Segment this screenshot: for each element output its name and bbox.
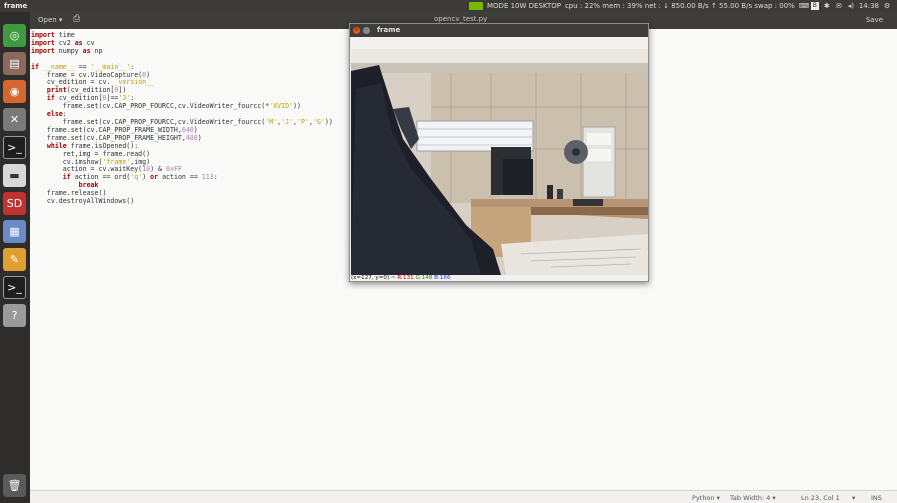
camera-image[interactable]	[351, 49, 648, 275]
pixel-coords: (x=127, y=0) ~	[351, 275, 396, 281]
system-settings-icon[interactable]: ✕	[3, 108, 26, 131]
pixel-blue-value: B:166	[434, 275, 451, 281]
app-store-icon[interactable]: ◉	[3, 80, 26, 103]
terminal-icon[interactable]: >_	[3, 136, 26, 159]
volume-icon[interactable]: ◂)	[847, 2, 855, 10]
close-icon[interactable]: ×	[353, 27, 360, 34]
code-line[interactable]: import numpy as np	[31, 47, 333, 56]
tab-width-selector[interactable]: Tab Width: 4 ▾	[730, 494, 776, 502]
open-button[interactable]: Open ▾	[38, 16, 62, 24]
insert-mode: INS	[871, 494, 882, 502]
gear-icon[interactable]: ⚙	[883, 2, 891, 10]
language-selector[interactable]: Python ▾	[692, 494, 720, 502]
system-stats: cpu : 22% mem : 39% net : ↓ 850.00 B/s ↑…	[564, 2, 795, 10]
ubuntu-dash-icon[interactable]: ◎	[3, 24, 26, 47]
help-icon[interactable]: ?	[3, 304, 26, 327]
code-line[interactable]: frame.set(cv.CAP_PROP_FOURCC,cv.VideoWri…	[31, 102, 333, 111]
drive-icon[interactable]: ▬	[3, 164, 26, 187]
app-title: frame	[4, 2, 28, 10]
code-text[interactable]: import time import cv2 as cv import numpy …	[31, 31, 333, 206]
save-button[interactable]: Save	[866, 16, 883, 24]
pixel-readout: (x=127, y=0) ~ R:131 G:148 B:166	[351, 275, 451, 282]
terminal-icon[interactable]: >_	[3, 276, 26, 299]
nvidia-logo-icon[interactable]	[469, 2, 483, 10]
workspace-switcher-icon[interactable]: ▦	[3, 220, 26, 243]
bluetooth-symbol-icon[interactable]: ✱	[823, 2, 831, 10]
window-titlebar[interactable]: × – frame	[350, 24, 648, 37]
position-dropdown-icon[interactable]: ▾	[852, 494, 855, 502]
keyboard-icon[interactable]: ⌨	[799, 2, 809, 10]
sd-card-icon[interactable]: SD	[3, 192, 26, 215]
minimize-icon[interactable]: –	[363, 27, 370, 34]
files-icon[interactable]: ▤	[3, 52, 26, 75]
pixel-green-value: G:148	[415, 275, 433, 281]
indicator-area: MODE 10W DESKTOP cpu : 22% mem : 39% net…	[469, 0, 891, 12]
document-title: opencv_test.py	[434, 15, 488, 23]
cursor-position[interactable]: Ln 23, Col 1	[801, 494, 840, 502]
window-title: frame	[377, 26, 401, 34]
pixel-red-value: R:131	[397, 275, 414, 281]
text-editor-icon[interactable]: ✎	[3, 248, 26, 271]
trash-icon[interactable]: 🗑	[3, 474, 26, 497]
print-icon[interactable]: ⎙	[73, 14, 80, 24]
camera-scene	[351, 49, 648, 275]
code-line[interactable]: cv.destroyAllWindows()	[31, 197, 333, 206]
editor-status-bar: Python ▾ Tab Width: 4 ▾ Ln 23, Col 1 ▾ I…	[30, 490, 897, 503]
mail-icon[interactable]: ✉	[835, 2, 843, 10]
opencv-frame-window[interactable]: × – frame (x=127, y=0) ~ R:131 G:148 B:1…	[349, 23, 649, 282]
top-panel: frame MODE 10W DESKTOP cpu : 22% mem : 3…	[0, 0, 897, 12]
clock[interactable]: 14:38	[859, 0, 879, 12]
bluetooth-icon[interactable]: B	[810, 2, 819, 10]
power-mode-label[interactable]: MODE 10W DESKTOP	[487, 0, 561, 12]
launcher: ◎ ▤ ◉ ✕ >_ ▬ SD ▦ ✎ >_ ? 🗑	[0, 12, 30, 503]
